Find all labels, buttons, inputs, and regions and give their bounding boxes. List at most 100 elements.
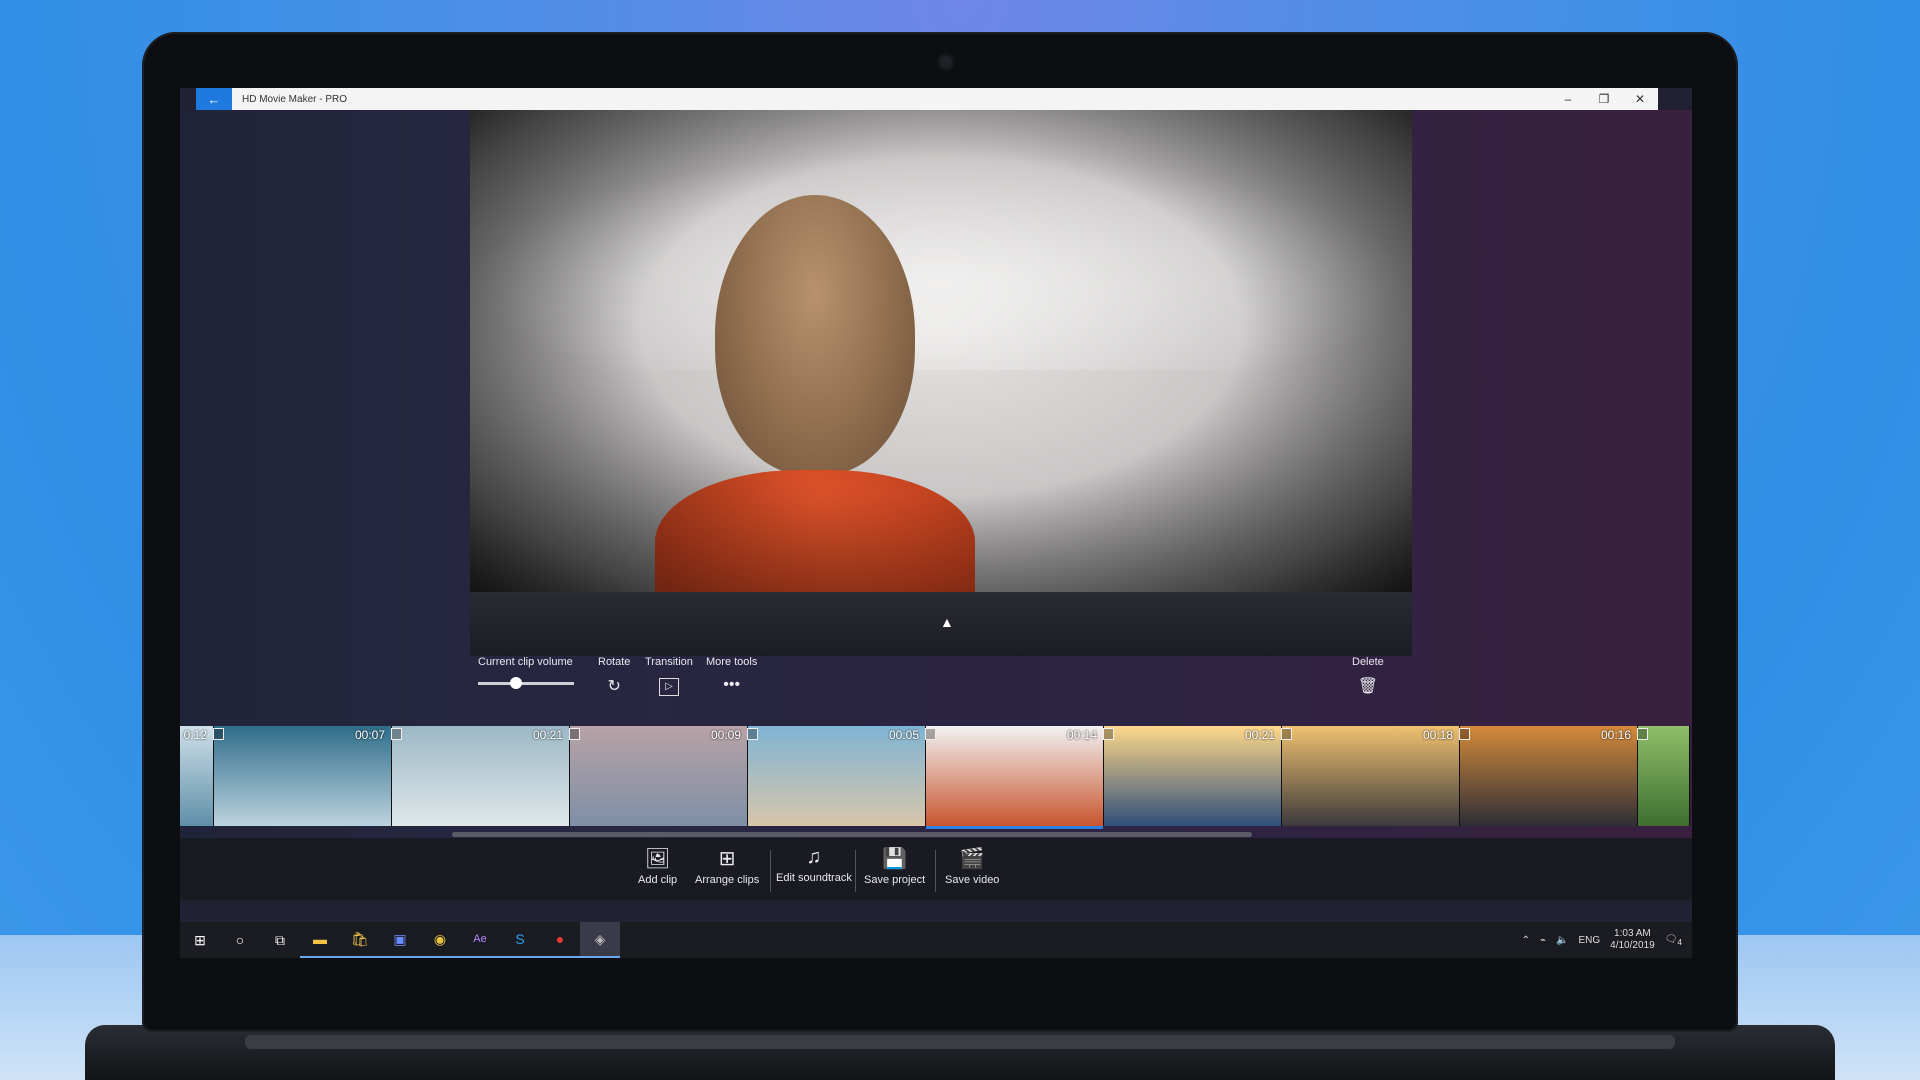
transition-button[interactable]: Transition ▷ — [645, 656, 693, 696]
start-button[interactable]: ⊞ — [180, 922, 220, 958]
music-note-icon: ♫ — [806, 846, 822, 868]
back-button[interactable]: ← — [196, 88, 232, 110]
skype-icon: S — [515, 931, 525, 947]
clock-date: 4/10/2019 — [1610, 940, 1655, 951]
chrome-app[interactable]: ◉ — [420, 922, 460, 958]
clip-frame-icon[interactable] — [1281, 728, 1292, 740]
chevron-up-icon[interactable]: ⌃ — [1522, 935, 1530, 946]
timeline-clip[interactable]: 00:16 — [1460, 726, 1648, 826]
timeline-clip[interactable]: 00:07 — [214, 726, 402, 826]
clip-frame-icon[interactable] — [1459, 728, 1470, 740]
clip-duration: 00:21 — [1244, 728, 1275, 742]
mouse-cursor-icon: ▲ — [940, 614, 954, 630]
minimize-button[interactable]: – — [1550, 92, 1586, 106]
edit-soundtrack-button[interactable]: ♫ Edit soundtrack — [776, 846, 852, 884]
language-indicator[interactable]: ENG — [1578, 935, 1600, 946]
close-button[interactable]: ✕ — [1622, 92, 1658, 106]
save-project-button[interactable]: 💾 Save project — [864, 846, 925, 886]
store-app[interactable]: 🛍 — [340, 922, 380, 958]
edit-soundtrack-label: Edit soundtrack — [776, 872, 852, 884]
clip-duration: 00:18 — [1422, 728, 1453, 742]
clip-duration: 00:07 — [354, 728, 385, 742]
timeline-clip[interactable] — [1638, 726, 1690, 826]
rotate-label: Rotate — [598, 656, 631, 668]
windows-taskbar: ⊞ ○ ⧉ ▬ 🛍 ▣ ◉ Ae S ● ◈ ⌃ ⌁ 🔈 ENG 1:03 AM… — [180, 922, 1692, 958]
delete-label: Delete — [1352, 656, 1384, 668]
timeline-clip[interactable]: 00:14 — [926, 726, 1114, 829]
arrange-clips-label: Arrange clips — [695, 874, 760, 886]
clock[interactable]: 1:03 AM 4/10/2019 — [1610, 928, 1655, 952]
laptop-hinge — [245, 1035, 1675, 1049]
recorder-app[interactable]: ● — [540, 922, 580, 958]
clip-duration: 00:05 — [888, 728, 919, 742]
video-preview[interactable] — [470, 110, 1412, 592]
window-controls: – ❐ ✕ — [1550, 92, 1658, 106]
volume-label: Current clip volume — [478, 656, 573, 668]
clip-frame-icon[interactable] — [1637, 728, 1648, 740]
clip-frame-icon[interactable] — [569, 728, 580, 740]
search-circle-icon: ○ — [235, 932, 245, 948]
clip-frame-icon[interactable] — [1103, 728, 1114, 740]
more-tools-button[interactable]: More tools ••• — [706, 656, 757, 694]
volume-slider-thumb[interactable] — [510, 677, 523, 689]
clip-frame-icon[interactable] — [213, 728, 224, 740]
notification-icon[interactable]: 🗨4 — [1665, 934, 1682, 947]
after-effects-icon: Ae — [473, 933, 487, 945]
clip-duration: 00:21 — [532, 728, 563, 742]
task-view-button[interactable]: ⧉ — [260, 922, 300, 958]
timeline-clip[interactable]: 00:21 — [1104, 726, 1292, 826]
skype-app[interactable]: S — [500, 922, 540, 958]
timeline-clip[interactable]: 00:18 — [1282, 726, 1470, 826]
laptop-base — [85, 1025, 1835, 1080]
clip-duration: 0:12 — [183, 728, 207, 742]
clip-duration: 00:14 — [1066, 728, 1097, 742]
laptop-screen: ← HD Movie Maker - PRO – ❐ ✕ ▲ Current c… — [180, 88, 1692, 958]
network-icon[interactable]: ⌁ — [1540, 935, 1546, 946]
add-clip-button[interactable]: 🖼 Add clip — [638, 846, 677, 886]
clip-frame-icon[interactable] — [925, 728, 936, 740]
action-bar: 🖼 Add clip ⊞ Arrange clips ♫ Edit soundt… — [180, 838, 1692, 900]
volume-icon[interactable]: 🔈 — [1556, 935, 1568, 946]
more-tools-label: More tools — [706, 656, 758, 668]
divider — [935, 850, 936, 892]
movie-maker-icon: ◈ — [594, 930, 606, 947]
restore-button[interactable]: ❐ — [1586, 92, 1622, 106]
arrange-clips-button[interactable]: ⊞ Arrange clips — [695, 846, 759, 886]
transition-label: Transition — [645, 656, 693, 668]
photos-app[interactable]: ▣ — [380, 922, 420, 958]
timeline-clip[interactable]: 00:05 — [748, 726, 936, 826]
movie-maker-app[interactable]: ◈ — [580, 922, 620, 958]
transition-icon: ▷ — [645, 676, 693, 696]
add-clip-label: Add clip — [638, 874, 678, 886]
save-video-button[interactable]: 🎬 Save video — [945, 846, 999, 886]
window-title: HD Movie Maker - PRO — [242, 93, 348, 105]
save-video-label: Save video — [945, 874, 1000, 886]
after-effects-app[interactable]: Ae — [460, 922, 500, 958]
playback-bar[interactable]: ▲ — [470, 592, 1412, 656]
clock-time: 1:03 AM — [1614, 928, 1651, 939]
volume-slider[interactable] — [478, 677, 574, 689]
delete-button[interactable]: Delete 🗑 — [1352, 656, 1384, 696]
photos-icon: ▣ — [393, 930, 407, 947]
windows-logo-icon: ⊞ — [194, 931, 206, 948]
clip-frame-icon[interactable] — [391, 728, 402, 740]
app-body: ▲ Current clip volume Rotate ↻ Transitio… — [180, 110, 1692, 900]
more-dots-icon: ••• — [723, 676, 741, 693]
divider — [855, 850, 856, 892]
timeline-scrollbar[interactable] — [452, 832, 1252, 837]
notification-count: 4 — [1677, 936, 1682, 947]
search-button[interactable]: ○ — [220, 922, 260, 958]
file-explorer-app[interactable]: ▬ — [300, 922, 340, 958]
save-project-label: Save project — [864, 874, 926, 886]
timeline-clip[interactable]: 0:12 — [180, 726, 224, 826]
clapperboard-icon: 🎬 — [959, 848, 985, 870]
timeline-clip[interactable]: 00:09 — [570, 726, 758, 826]
timeline-clip[interactable]: 00:21 — [392, 726, 580, 826]
clip-duration: 00:09 — [710, 728, 741, 742]
clip-frame-icon[interactable] — [747, 728, 758, 740]
clip-timeline: 0:12 00:07 00:21 00:09 00:05 00:14 00:21 00:18 0… — [180, 726, 1692, 829]
task-view-icon: ⧉ — [275, 931, 285, 948]
grid-icon: ⊞ — [718, 848, 736, 870]
floppy-disk-icon: 💾 — [882, 848, 908, 870]
rotate-button[interactable]: Rotate ↻ — [598, 656, 630, 696]
